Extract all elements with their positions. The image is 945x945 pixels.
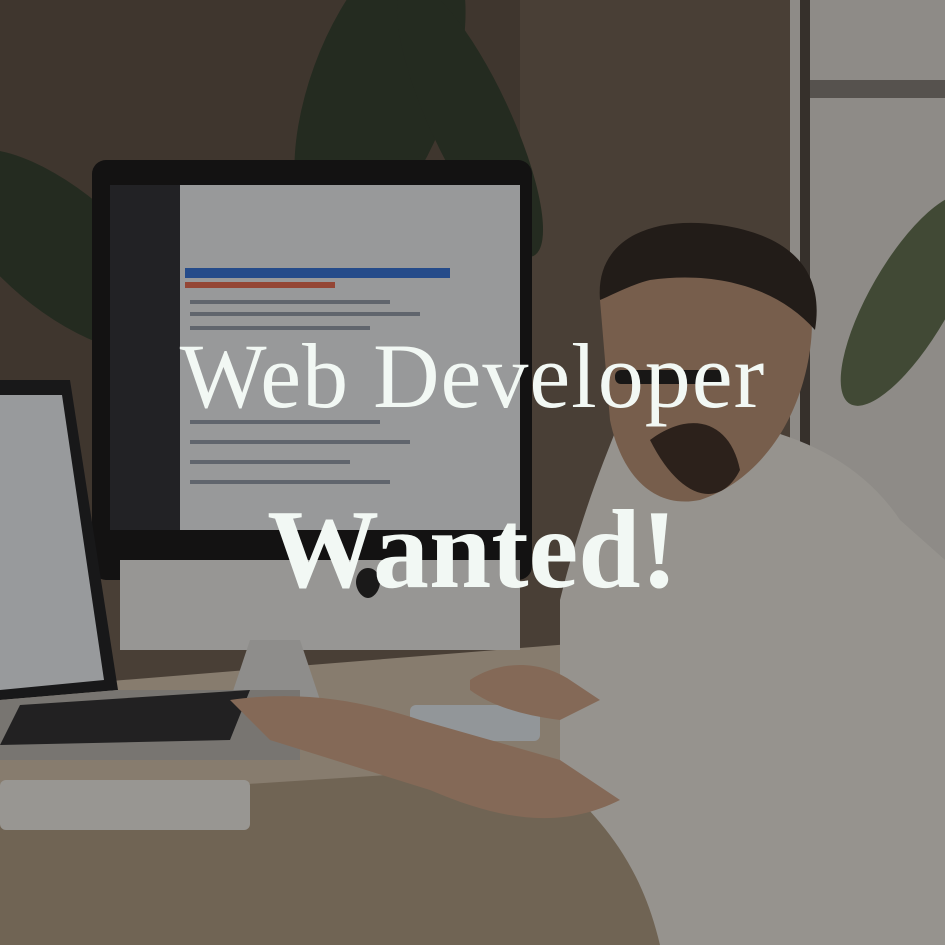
dark-overlay <box>0 0 945 945</box>
poster: Web Developer Wanted! <box>0 0 945 945</box>
headline-line-2: Wanted! <box>267 488 678 612</box>
headline-line-1: Web Developer <box>179 325 766 427</box>
